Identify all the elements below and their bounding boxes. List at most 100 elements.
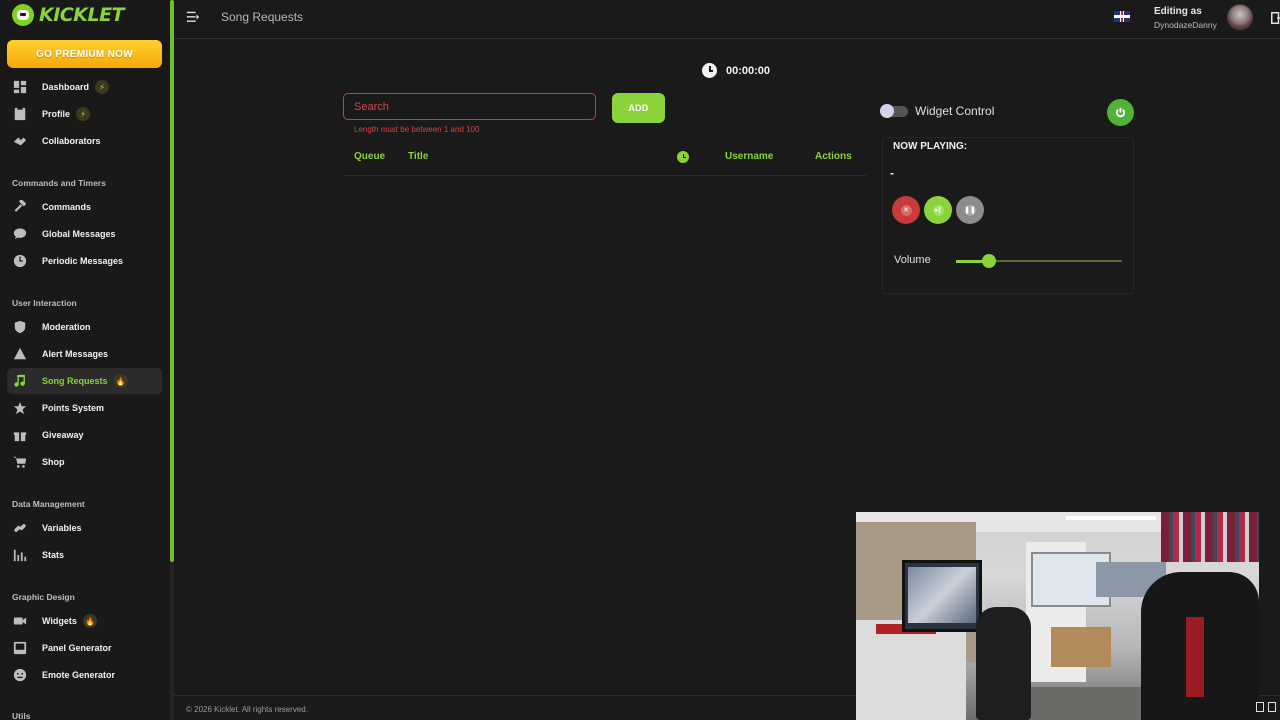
smiley-icon bbox=[12, 667, 28, 683]
sidebar-item-label: Moderation bbox=[42, 322, 91, 332]
logout-icon[interactable] bbox=[1271, 11, 1280, 24]
sidebar-item-alert-messages[interactable]: Alert Messages bbox=[7, 341, 162, 367]
sidebar-item-label: Periodic Messages bbox=[42, 256, 124, 266]
fullscreen-icon[interactable] bbox=[1256, 702, 1280, 716]
column-title[interactable]: Title bbox=[408, 151, 428, 162]
sidebar-item-label: Dashboard bbox=[42, 82, 90, 92]
volume-label: Volume bbox=[894, 254, 931, 266]
sidebar-item-global-messages[interactable]: Global Messages bbox=[7, 221, 162, 247]
section-title-graphic: Graphic Design bbox=[12, 592, 75, 602]
sidebar-item-variables[interactable]: Variables bbox=[7, 515, 162, 541]
bolt-badge-icon: ⚡ bbox=[95, 80, 110, 94]
webcam-overlay bbox=[856, 512, 1259, 720]
sidebar-item-shop[interactable]: Shop bbox=[7, 449, 162, 475]
hammer-icon bbox=[12, 199, 28, 215]
sidebar-item-label: Song Requests bbox=[42, 376, 108, 386]
widget-control-toggle[interactable] bbox=[880, 104, 908, 118]
camera-icon bbox=[12, 613, 28, 629]
fire-badge-icon: 🔥 bbox=[113, 374, 128, 388]
sidebar-item-label: Giveaway bbox=[42, 430, 84, 440]
column-queue[interactable]: Queue bbox=[354, 151, 385, 162]
sidebar-item-widgets[interactable]: Widgets 🔥 bbox=[7, 608, 162, 634]
stop-button[interactable]: ✕ bbox=[892, 196, 920, 224]
handshake-icon bbox=[12, 133, 28, 149]
sidebar-item-label: Collaborators bbox=[42, 136, 101, 146]
sidebar-item-commands[interactable]: Commands bbox=[7, 194, 162, 220]
sidebar-item-label: Variables bbox=[42, 523, 82, 533]
search-input[interactable] bbox=[343, 93, 596, 120]
sidebar-item-giveaway[interactable]: Giveaway bbox=[7, 422, 162, 448]
now-playing-panel: NOW PLAYING: - ✕ ▸| ❚❚ Volume bbox=[882, 137, 1134, 294]
volume-slider[interactable] bbox=[956, 254, 1122, 268]
column-actions[interactable]: Actions bbox=[815, 151, 852, 162]
pause-button[interactable]: ❚❚ bbox=[956, 196, 984, 224]
fire-badge-icon: 🔥 bbox=[82, 614, 97, 628]
avatar[interactable] bbox=[1227, 4, 1253, 30]
timer-value: 00:00:00 bbox=[726, 64, 771, 77]
gift-icon bbox=[12, 427, 28, 443]
search-error-message: Length must be between 1 and 100 bbox=[354, 125, 480, 134]
column-duration-clock-icon[interactable] bbox=[677, 151, 689, 163]
skip-next-icon: ▸| bbox=[932, 204, 944, 216]
page-title: Song Requests bbox=[221, 10, 304, 24]
widget-control-label: Widget Control bbox=[915, 104, 995, 118]
add-button[interactable]: ADD bbox=[612, 93, 665, 123]
go-premium-button[interactable]: GO PREMIUM NOW bbox=[7, 40, 162, 68]
flag-uk-icon[interactable] bbox=[1114, 11, 1130, 22]
pause-icon: ❚❚ bbox=[964, 204, 976, 216]
clock-icon bbox=[702, 63, 717, 78]
clock-icon bbox=[12, 253, 28, 269]
sidebar-item-label: Global Messages bbox=[42, 229, 116, 239]
sidebar-item-label: Commands bbox=[42, 202, 92, 212]
dashboard-icon bbox=[12, 79, 28, 95]
logo-mark-icon bbox=[12, 4, 34, 26]
sidebar-scrollbar[interactable] bbox=[170, 0, 174, 562]
footer-copyright: © 2026 Kicklet. All rights reserved. bbox=[186, 705, 308, 714]
warning-icon bbox=[12, 346, 28, 362]
brand-logo[interactable]: KICKLET bbox=[12, 4, 125, 26]
column-username[interactable]: Username bbox=[725, 151, 773, 162]
sidebar-item-dashboard[interactable]: Dashboard ⚡ bbox=[7, 74, 162, 100]
brand-name: KICKLET bbox=[39, 4, 125, 26]
editing-as: Editing as DynodazeDanny bbox=[1154, 6, 1217, 30]
sidebar-item-label: Panel Generator bbox=[42, 643, 112, 653]
sidebar-item-stats[interactable]: Stats bbox=[7, 542, 162, 568]
cart-icon bbox=[12, 454, 28, 470]
power-icon bbox=[1115, 107, 1126, 118]
bar-chart-icon bbox=[12, 547, 28, 563]
section-title-commands: Commands and Timers bbox=[12, 178, 106, 188]
queue-timer: 00:00:00 bbox=[702, 63, 770, 78]
now-playing-title: - bbox=[890, 166, 894, 180]
shield-icon bbox=[12, 319, 28, 335]
sidebar-item-label: Points System bbox=[42, 403, 105, 413]
sidebar-item-points-system[interactable]: Points System bbox=[7, 395, 162, 421]
section-title-utils: Utils bbox=[12, 711, 31, 720]
sidebar-item-periodic-messages[interactable]: Periodic Messages bbox=[7, 248, 162, 274]
sidebar-item-emote-generator[interactable]: Emote Generator bbox=[7, 662, 162, 688]
skip-button[interactable]: ▸| bbox=[924, 196, 952, 224]
top-bar: Song Requests Editing as DynodazeDanny bbox=[174, 0, 1280, 39]
bolt-badge-icon: ⚡ bbox=[76, 107, 91, 121]
music-note-icon bbox=[12, 373, 28, 389]
volume-handle[interactable] bbox=[982, 254, 996, 268]
sidebar-item-moderation[interactable]: Moderation bbox=[7, 314, 162, 340]
star-icon bbox=[12, 400, 28, 416]
sidebar-item-label: Profile bbox=[42, 109, 71, 119]
power-button[interactable] bbox=[1107, 99, 1134, 126]
sidebar-item-label: Shop bbox=[42, 457, 65, 467]
editing-username: DynodazeDanny bbox=[1154, 20, 1217, 30]
editing-label: Editing as bbox=[1154, 6, 1202, 17]
sidebar-item-panel-generator[interactable]: Panel Generator bbox=[7, 635, 162, 661]
section-title-data: Data Management bbox=[12, 499, 85, 509]
now-playing-label: NOW PLAYING: bbox=[893, 141, 968, 152]
sidebar-item-label: Emote Generator bbox=[42, 670, 116, 680]
sidebar-item-song-requests[interactable]: Song Requests 🔥 bbox=[7, 368, 162, 394]
sidebar-item-profile[interactable]: Profile ⚡ bbox=[7, 101, 162, 127]
section-title-interaction: User Interaction bbox=[12, 298, 77, 308]
sidebar-item-label: Alert Messages bbox=[42, 349, 109, 359]
sidebar-item-collaborators[interactable]: Collaborators bbox=[7, 128, 162, 154]
chat-bubble-icon bbox=[12, 226, 28, 242]
close-icon: ✕ bbox=[900, 204, 912, 216]
menu-toggle-icon[interactable] bbox=[186, 10, 202, 24]
profile-icon bbox=[12, 106, 28, 122]
